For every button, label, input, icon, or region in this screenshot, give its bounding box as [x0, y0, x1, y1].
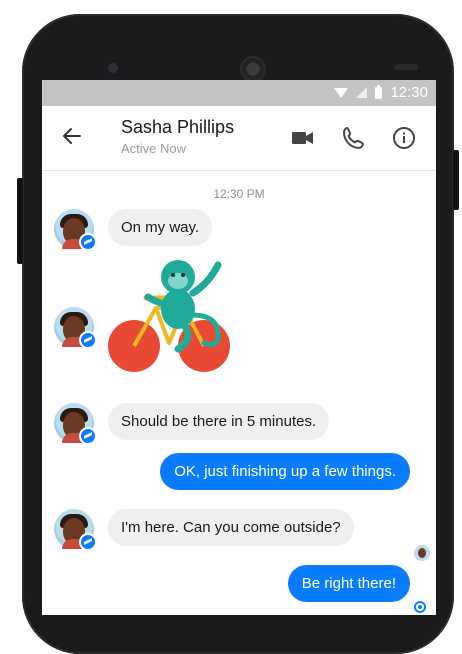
incoming-message[interactable]: I'm here. Can you come outside?	[108, 509, 354, 546]
status-bar: 12:30	[42, 80, 436, 106]
messenger-badge-icon	[79, 233, 97, 251]
sent-status-icon	[414, 601, 426, 613]
incoming-message[interactable]: On my way.	[108, 209, 213, 246]
status-time: 12:30	[390, 84, 428, 101]
avatar[interactable]	[54, 403, 97, 445]
avatar[interactable]	[54, 509, 97, 551]
contact-status: Active Now	[121, 141, 187, 156]
info-icon[interactable]	[391, 125, 417, 151]
outgoing-message[interactable]: OK, just finishing up a few things.	[160, 453, 410, 490]
conversation-header: Sasha Phillips Active Now	[42, 106, 436, 171]
proximity-sensor	[394, 64, 418, 70]
volume-button	[17, 178, 23, 264]
phone-icon[interactable]	[341, 125, 367, 151]
monkey-bicycle-sticker[interactable]	[106, 253, 232, 379]
wifi-icon	[334, 87, 349, 98]
earpiece-speaker	[240, 56, 266, 82]
messenger-badge-icon	[79, 331, 97, 349]
messenger-badge-icon	[79, 427, 97, 445]
outgoing-message[interactable]: Be right there!	[287, 565, 410, 602]
signal-icon	[356, 87, 368, 98]
read-receipt-avatar	[414, 545, 430, 561]
incoming-message[interactable]: Should be there in 5 minutes.	[108, 403, 330, 440]
video-call-icon[interactable]	[290, 125, 316, 151]
message-thread[interactable]: 12:30 PM On my way. Should be there in 5…	[42, 171, 436, 615]
battery-icon	[375, 84, 383, 99]
phone-screen: 12:30 Sasha Phillips Active Now 12:30 PM…	[42, 80, 436, 615]
thread-timestamp: 12:30 PM	[213, 187, 265, 201]
front-camera	[108, 63, 118, 73]
power-button	[453, 150, 459, 210]
contact-name[interactable]: Sasha Phillips	[121, 117, 234, 138]
avatar[interactable]	[54, 209, 97, 251]
messenger-badge-icon	[79, 533, 97, 551]
avatar[interactable]	[54, 307, 97, 349]
back-arrow-icon[interactable]	[60, 124, 84, 148]
